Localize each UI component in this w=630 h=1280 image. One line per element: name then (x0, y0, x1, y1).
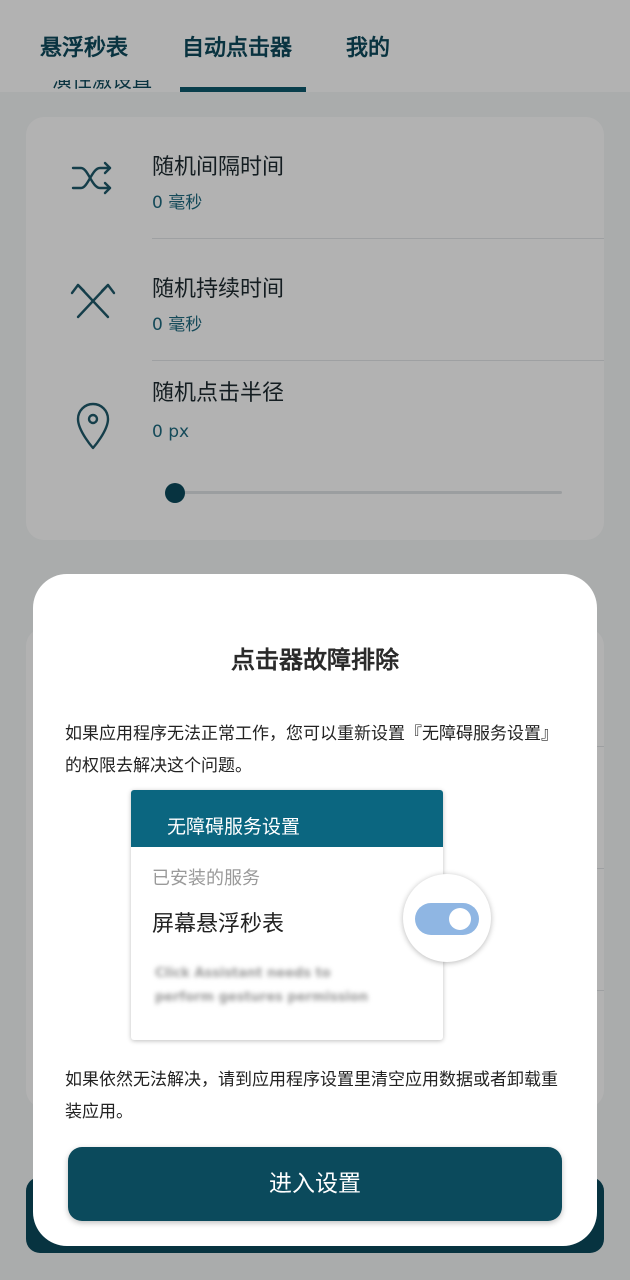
go-to-settings-button[interactable]: 进入设置 (68, 1147, 562, 1221)
toggle-magnifier (403, 874, 491, 962)
accessibility-illustration: 无障碍服务设置 已安装的服务 屏幕悬浮秒表 Click Assistant ne… (131, 790, 443, 1040)
dialog-hint: 如果依然无法解决，请到应用程序设置里清空应用数据或者卸载重装应用。 (65, 1070, 558, 1122)
illustration-header-text: 无障碍服务设置 (167, 816, 301, 838)
toggle-knob (449, 908, 471, 930)
installed-services-label: 已安装的服务 (152, 868, 260, 889)
dialog-message: 如果应用程序无法正常工作，您可以重新设置『无障碍服务设置』的权限去解决这个问题。 (65, 724, 558, 776)
illustration-header: 无障碍服务设置 (131, 790, 443, 847)
service-name: 屏幕悬浮秒表 (152, 912, 285, 937)
blurred-description: Click Assistant needs to (155, 966, 331, 980)
dialog-title: 点击器故障排除 (231, 646, 399, 674)
troubleshoot-dialog: 点击器故障排除 如果应用程序无法正常工作，您可以重新设置『无障碍服务设置』的权限… (33, 574, 597, 1246)
blurred-description: perform gestures permission (155, 990, 369, 1004)
toggle-switch (415, 903, 479, 935)
